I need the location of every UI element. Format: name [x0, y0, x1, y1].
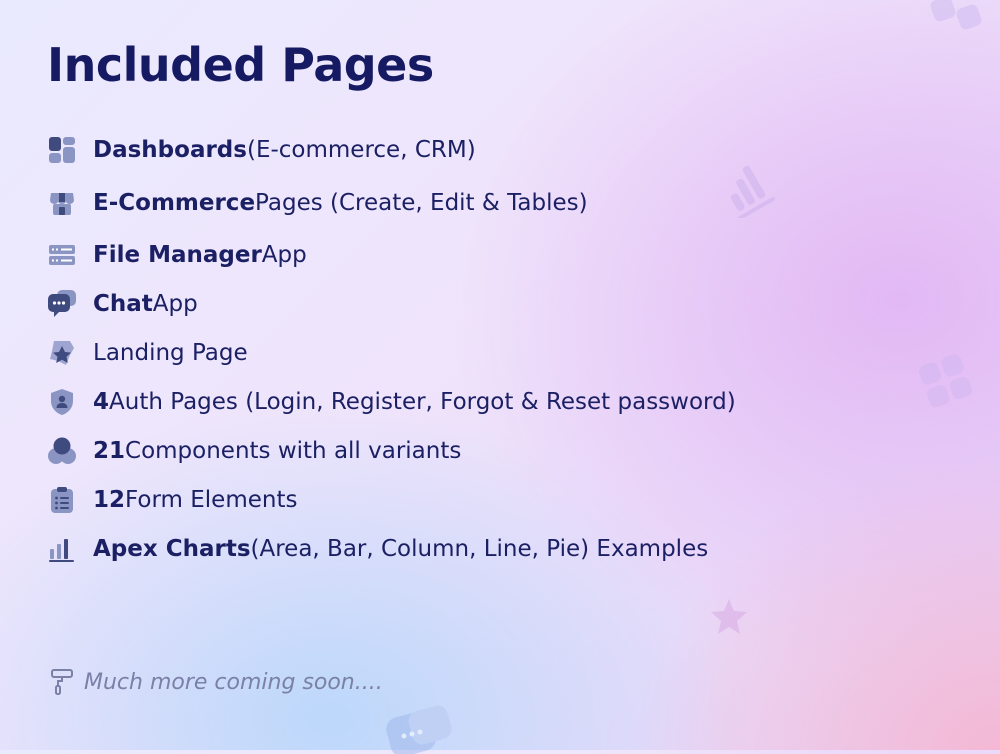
- feature-text: Landing Page: [93, 340, 248, 366]
- feature-text: Components with all variants: [125, 438, 462, 464]
- feature-text: (E-commerce, CRM): [246, 137, 476, 163]
- coming-soon-text: Much more coming soon....: [84, 669, 383, 695]
- star-icon: [47, 338, 77, 368]
- feature-dashboards: Dashboards (E-commerce, CRM): [47, 135, 476, 165]
- feature-chat: Chat App: [47, 289, 198, 319]
- feature-text: Auth Pages (Login, Register, Forgot & Re…: [109, 389, 736, 415]
- feature-form-elements: 12 Form Elements: [47, 485, 297, 515]
- paint-roller-icon: [51, 669, 73, 695]
- star-decoration-icon: [711, 599, 747, 634]
- feature-auth-pages: 4 Auth Pages (Login, Register, Forgot & …: [47, 387, 736, 417]
- feature-text: Pages (Create, Edit & Tables): [255, 190, 588, 216]
- server-icon: [47, 240, 77, 270]
- feature-bold-text: File Manager: [93, 242, 262, 268]
- feature-bold-text: 4: [93, 389, 110, 415]
- feature-text: App: [261, 242, 307, 268]
- feature-file-manager: File Manager App: [47, 240, 307, 270]
- feature-bold-text: E-Commerce: [93, 190, 256, 216]
- grid-decoration-icon: [930, 0, 982, 30]
- bar-chart-decoration-icon: [730, 165, 775, 218]
- feature-bold-text: 12: [93, 487, 126, 513]
- feature-text: App: [152, 291, 198, 317]
- shop-icon: [47, 188, 77, 218]
- circles-icon: [47, 436, 77, 466]
- feature-text: (Area, Bar, Column, Line, Pie) Examples: [250, 536, 709, 562]
- feature-text: Form Elements: [125, 487, 298, 513]
- bar-chart-icon: [47, 534, 77, 564]
- page-title: Included Pages: [47, 38, 434, 92]
- feature-bold-text: Apex Charts: [93, 536, 251, 562]
- feature-apex-charts: Apex Charts (Area, Bar, Column, Line, Pi…: [47, 534, 708, 564]
- grid-icon: [47, 135, 77, 165]
- clipboard-list-icon: [47, 485, 77, 515]
- feature-bold-text: Chat: [93, 291, 153, 317]
- feature-bold-text: 21: [93, 438, 126, 464]
- feature-landing-page: Landing Page: [47, 338, 248, 368]
- shield-user-icon: [47, 387, 77, 417]
- grid-decoration-icon-2: [918, 354, 972, 408]
- feature-components: 21 Components with all variants: [47, 436, 461, 466]
- feature-ecommerce: E-Commerce Pages (Create, Edit & Tables): [47, 188, 588, 218]
- feature-bold-text: Dashboards: [93, 137, 247, 163]
- chat-decoration-icon: [386, 705, 452, 754]
- coming-soon-note: Much more coming soon....: [50, 668, 383, 696]
- chat-icon: [47, 289, 77, 319]
